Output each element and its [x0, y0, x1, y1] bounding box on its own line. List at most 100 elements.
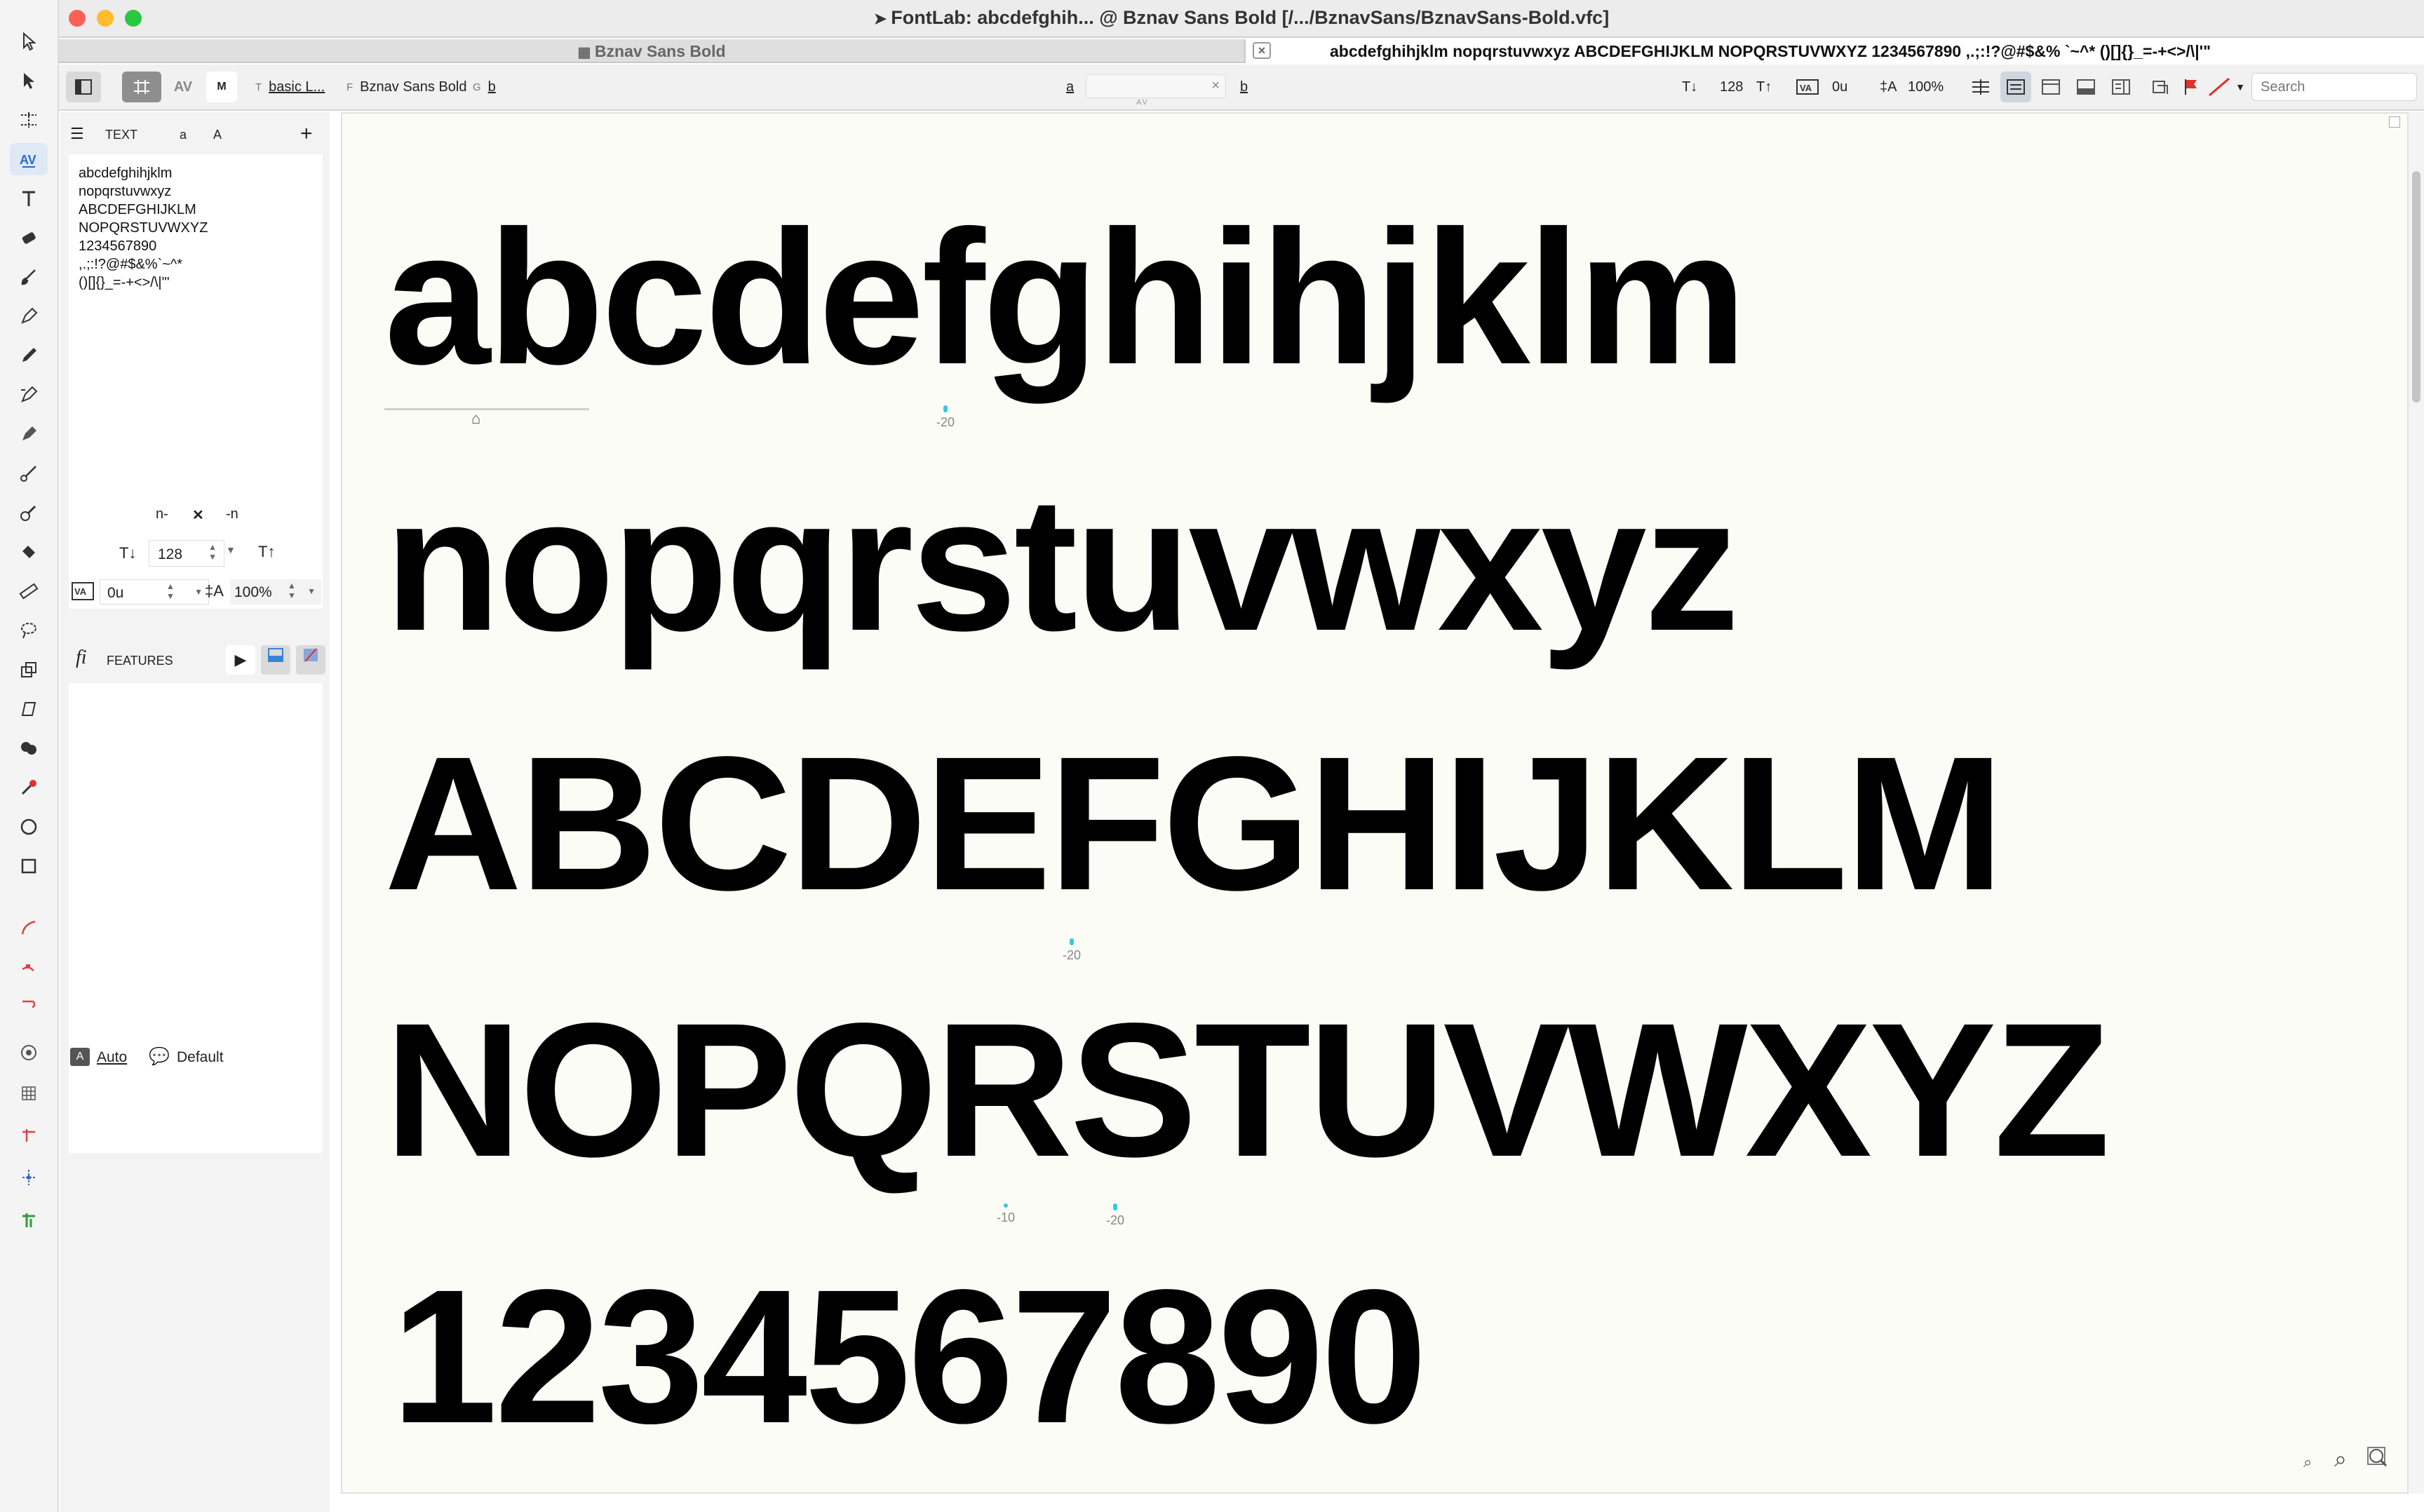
stepper-arrows-icon[interactable]: ▲ ▼: [208, 542, 217, 562]
scissors-icon[interactable]: [10, 497, 48, 529]
ruler-icon[interactable]: [10, 575, 48, 607]
canvas-line-uppercase-1[interactable]: ABCDEFGHIJKLM: [384, 728, 2004, 919]
font-size-down-icon[interactable]: T↓: [119, 544, 136, 562]
view-mode-icon[interactable]: [10, 1037, 48, 1069]
stepper-arrows-icon[interactable]: ▲ ▼: [288, 581, 296, 600]
flag-icon[interactable]: [2179, 72, 2204, 102]
tracking-stepper[interactable]: 0u ▲ ▼ ▼: [100, 579, 209, 605]
text-canvas[interactable]: abcdefghihjklm ⌂ -20 nopqrstuvwxyz ABCDE…: [341, 112, 2409, 1494]
play-features-icon[interactable]: ▶: [226, 645, 255, 675]
kern-marker[interactable]: -20: [1101, 1203, 1129, 1228]
stroke-dropdown-icon[interactable]: ▼: [2233, 72, 2247, 102]
distribute-blue-icon[interactable]: [10, 1161, 48, 1194]
tab-close-icon[interactable]: ×: [1253, 42, 1271, 59]
text-mode-selector[interactable]: Tbasic L...: [255, 72, 325, 102]
grid-icon[interactable]: [10, 1077, 48, 1109]
pencil-icon[interactable]: [10, 339, 48, 372]
swap-button[interactable]: ✕: [192, 506, 204, 524]
blob-icon[interactable]: [10, 732, 48, 764]
ellipse-icon[interactable]: [10, 811, 48, 843]
add-text-button[interactable]: +: [300, 122, 313, 146]
tracking-icon[interactable]: VA: [1796, 72, 1819, 102]
fill-bucket-icon[interactable]: [10, 536, 48, 568]
metrics-mode-icon[interactable]: [122, 72, 161, 102]
stroke-color-icon[interactable]: [2204, 72, 2235, 102]
pair-left-glyph[interactable]: a: [1066, 72, 1074, 102]
tab-font-window[interactable]: ▦ Bznav Sans Bold: [59, 39, 1244, 63]
tracking-dropdown-icon[interactable]: ▼: [194, 587, 203, 597]
guide-red-icon[interactable]: [10, 1119, 48, 1152]
pair-right-glyph[interactable]: b: [1240, 72, 1248, 102]
glyph-selector[interactable]: Gb: [473, 72, 496, 102]
font-size-dropdown-icon[interactable]: ▼: [226, 544, 236, 555]
tab-glyph-window[interactable]: × abcdefghihjklm nopqrstuvwxyz ABCDEFGHI…: [1244, 39, 2424, 63]
pair-clear-icon[interactable]: ×: [1211, 78, 1220, 94]
brush-icon[interactable]: [10, 261, 48, 293]
suffix-field[interactable]: [248, 504, 323, 527]
layout-line-icon[interactable]: [2000, 72, 2031, 102]
kern-marker[interactable]: -20: [1058, 938, 1086, 963]
anchor-green-icon[interactable]: [10, 1203, 48, 1236]
rapid-pen-icon[interactable]: [10, 379, 48, 411]
kerning-mode-icon[interactable]: AV: [166, 72, 201, 102]
sidebar-toggle-icon[interactable]: [66, 72, 101, 102]
stepper-arrows-icon[interactable]: ▲ ▼: [166, 581, 175, 601]
toolbar-line-spacing[interactable]: 100%: [1908, 72, 1944, 102]
script-auto-label[interactable]: Auto: [97, 1049, 127, 1066]
line-spacing-dropdown-icon[interactable]: ▼: [307, 586, 316, 596]
scrollbar-thumb[interactable]: [2412, 171, 2420, 403]
text-tool-icon[interactable]: [10, 182, 48, 215]
toolbar-tracking[interactable]: 0u: [1832, 72, 1847, 102]
select-arrow-icon[interactable]: [10, 25, 48, 58]
features-panel-icon[interactable]: [261, 645, 290, 675]
home-marker-icon[interactable]: ⌂: [471, 410, 480, 428]
rectangle-icon[interactable]: [10, 850, 48, 882]
font-selector[interactable]: F Bznav Sans Bold: [346, 72, 467, 102]
search-input[interactable]: [2259, 74, 2409, 100]
canvas-line-uppercase-2[interactable]: NOPQRSTUVWXYZ: [384, 994, 2110, 1185]
corner-resize-icon[interactable]: [2389, 116, 2400, 128]
search-field[interactable]: [2251, 73, 2417, 101]
vertical-scrollbar[interactable]: [2409, 112, 2424, 1494]
font-size-up-icon[interactable]: T↑: [258, 543, 275, 561]
layout-right-icon[interactable]: [2108, 72, 2134, 102]
eraser-icon[interactable]: [10, 222, 48, 254]
metrics-tool-icon[interactable]: [10, 104, 48, 136]
hook-red-icon[interactable]: [10, 990, 48, 1022]
features-list[interactable]: [69, 683, 323, 1153]
transform-icon[interactable]: [10, 654, 48, 686]
slant-icon[interactable]: [10, 693, 48, 725]
font-size-down-icon[interactable]: T↓: [1682, 72, 1697, 102]
render-preview-icon[interactable]: [2148, 72, 2173, 102]
language-default-label[interactable]: Default: [177, 1049, 224, 1066]
canvas-line-digits[interactable]: 1234567890: [391, 1261, 1427, 1452]
line-spacing-stepper[interactable]: 100% ▲ ▼ ▼: [230, 579, 321, 605]
pair-kern-field[interactable]: ×: [1086, 74, 1226, 98]
kern-marker[interactable]: -20: [931, 405, 959, 430]
knife-icon[interactable]: [10, 457, 48, 490]
zoom-out-icon[interactable]: ⌕: [2303, 1453, 2312, 1471]
prefix-field[interactable]: [69, 504, 150, 527]
uppercase-button[interactable]: A: [213, 128, 222, 142]
font-size-up-icon[interactable]: T↑: [1756, 72, 1772, 102]
node-red-icon[interactable]: [10, 951, 48, 983]
zoom-fit-icon[interactable]: [2366, 1446, 2389, 1472]
curve-red-icon[interactable]: [10, 912, 48, 944]
font-size-stepper[interactable]: 128 ▲ ▼: [149, 540, 224, 567]
contour-arrow-icon[interactable]: [10, 65, 48, 97]
eyedropper-icon[interactable]: [10, 771, 48, 804]
lowercase-button[interactable]: a: [180, 128, 187, 142]
kern-marker[interactable]: -10: [992, 1203, 1020, 1225]
kerning-tool-icon[interactable]: AV: [10, 143, 48, 175]
canvas-line-lowercase-1[interactable]: abcdefghihjklm: [384, 202, 1747, 393]
layout-bottom-icon[interactable]: [2073, 72, 2099, 102]
zoom-in-icon[interactable]: ⌕: [2334, 1446, 2347, 1473]
lasso-icon[interactable]: [10, 614, 48, 647]
canvas-line-lowercase-2[interactable]: nopqrstuvwxyz: [384, 468, 1739, 659]
marker-mode-icon[interactable]: M: [206, 72, 237, 102]
wrap-text-icon[interactable]: [1968, 72, 1993, 102]
toolbar-font-size[interactable]: 128: [1720, 72, 1743, 102]
layout-top-icon[interactable]: [2038, 72, 2063, 102]
power-nib-icon[interactable]: [10, 418, 48, 450]
line-spacing-icon[interactable]: ‡A: [1880, 72, 1897, 102]
